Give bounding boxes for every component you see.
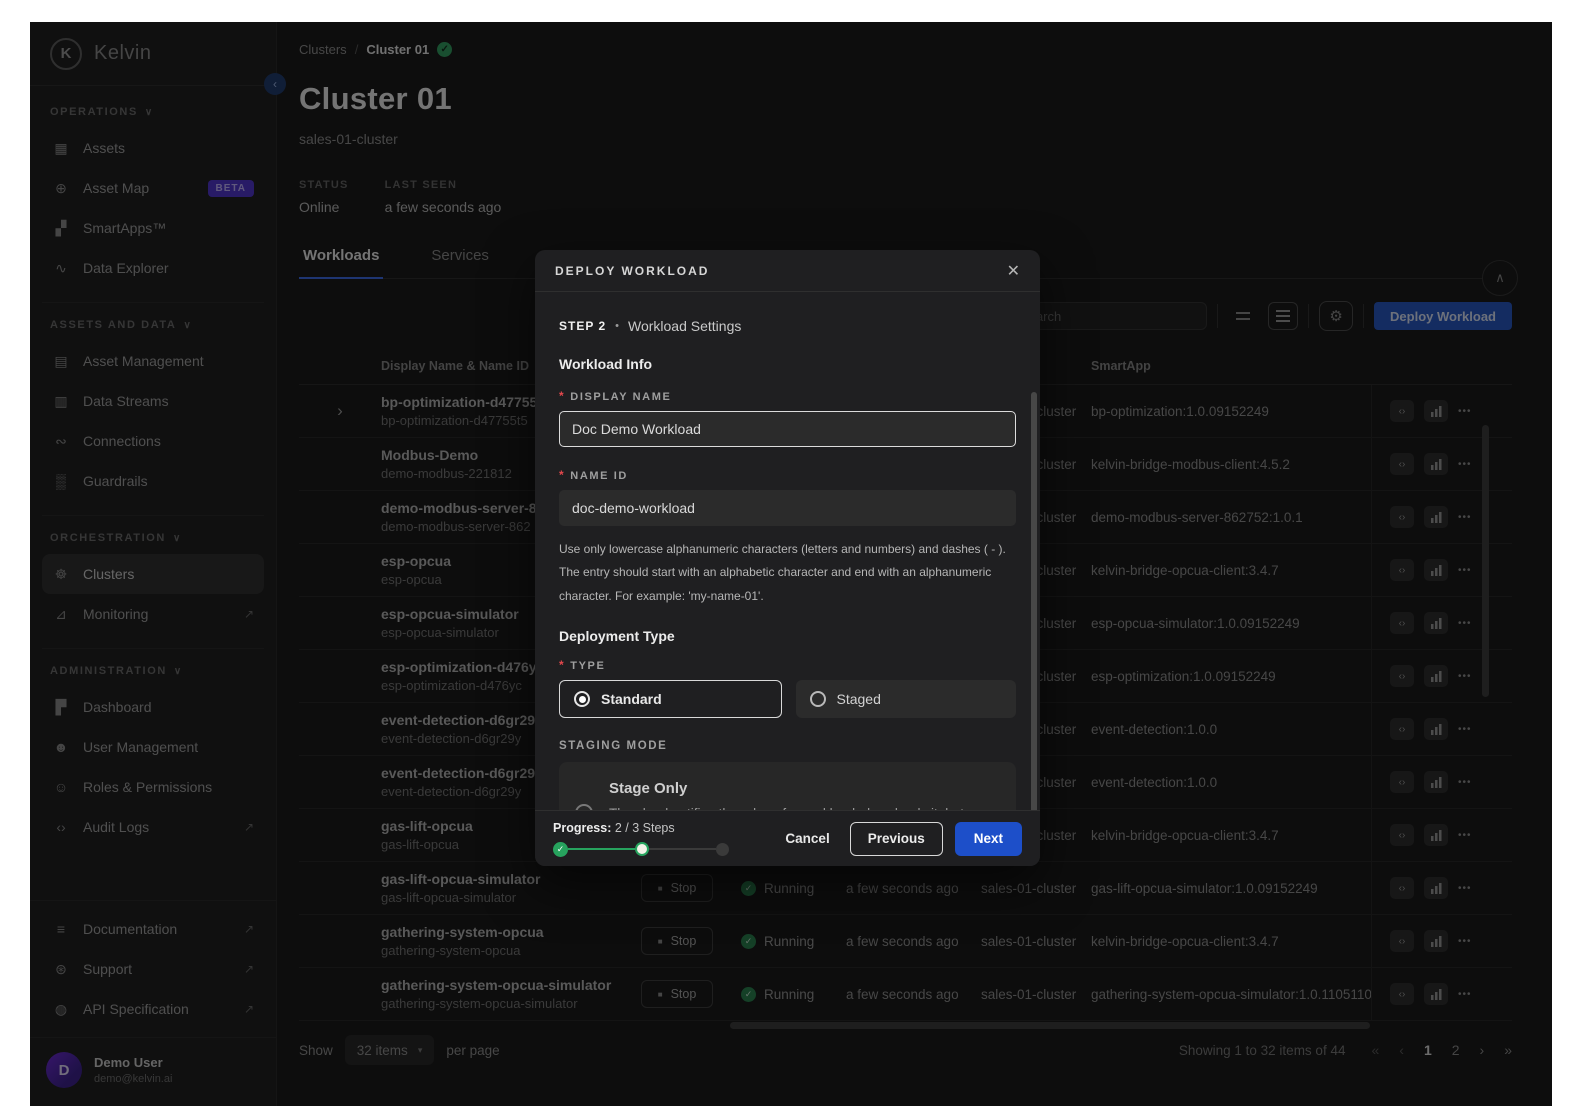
next-button[interactable]: Next	[955, 822, 1022, 856]
type-label: * TYPE	[559, 658, 1016, 672]
modal-scrollbar[interactable]	[1031, 392, 1037, 810]
modal-body: STEP 2 • Workload Settings Workload Info…	[535, 292, 1040, 810]
deployment-type-heading: Deployment Type	[559, 628, 1016, 644]
progress-label: Progress:	[553, 821, 611, 835]
staging-mode-label: STAGING MODE	[559, 740, 1016, 752]
display-name-label: * DISPLAY NAME	[559, 389, 1016, 403]
name-id-input[interactable]	[559, 490, 1016, 526]
step-bullet-icon: •	[615, 320, 619, 332]
step-progress-bar: ✓	[553, 842, 729, 857]
required-asterisk: *	[559, 389, 565, 403]
modal-footer: Progress: 2 / 3 Steps ✓ Cancel Previous …	[535, 810, 1040, 866]
modal-header: DEPLOY WORKLOAD ✕	[535, 250, 1040, 292]
modal-title: DEPLOY WORKLOAD	[555, 264, 709, 278]
close-button[interactable]: ✕	[1007, 261, 1020, 281]
stage-only-description: The cloud notifies the edge of a workloa…	[609, 804, 989, 810]
app-window: K Kelvin OPERATIONS ∨ ▦ Assets ⊕ Asset M…	[30, 22, 1552, 1106]
step-current-icon	[635, 842, 649, 856]
previous-button[interactable]: Previous	[850, 822, 943, 856]
stage-only-option[interactable]: Stage Only The cloud notifies the edge o…	[559, 762, 1016, 810]
step-name: Workload Settings	[628, 318, 741, 334]
display-name-input[interactable]	[559, 411, 1016, 447]
deploy-workload-modal: DEPLOY WORKLOAD ✕ STEP 2 • Workload Sett…	[535, 250, 1040, 866]
required-asterisk: *	[559, 468, 565, 482]
step-label: STEP 2	[559, 319, 606, 333]
workload-info-heading: Workload Info	[559, 356, 1016, 372]
progress-value: 2 / 3 Steps	[615, 821, 675, 835]
radio-selected-icon	[574, 691, 590, 707]
type-option-standard[interactable]: Standard	[559, 680, 782, 718]
type-radio-group: Standard Staged	[559, 680, 1016, 718]
name-id-label: * NAME ID	[559, 468, 1016, 482]
name-id-help-text: Use only lowercase alphanumeric characte…	[559, 538, 1011, 608]
step-pending-icon	[716, 843, 729, 856]
close-icon: ✕	[1007, 263, 1020, 280]
radio-unselected-icon	[810, 691, 826, 707]
stage-only-title: Stage Only	[609, 780, 989, 797]
progress-indicator: Progress: 2 / 3 Steps ✓	[553, 821, 733, 857]
cancel-button[interactable]: Cancel	[777, 831, 837, 846]
required-asterisk: *	[559, 658, 565, 672]
type-option-staged[interactable]: Staged	[796, 680, 1017, 718]
radio-unselected-icon	[575, 804, 593, 810]
step-complete-icon: ✓	[553, 842, 568, 857]
